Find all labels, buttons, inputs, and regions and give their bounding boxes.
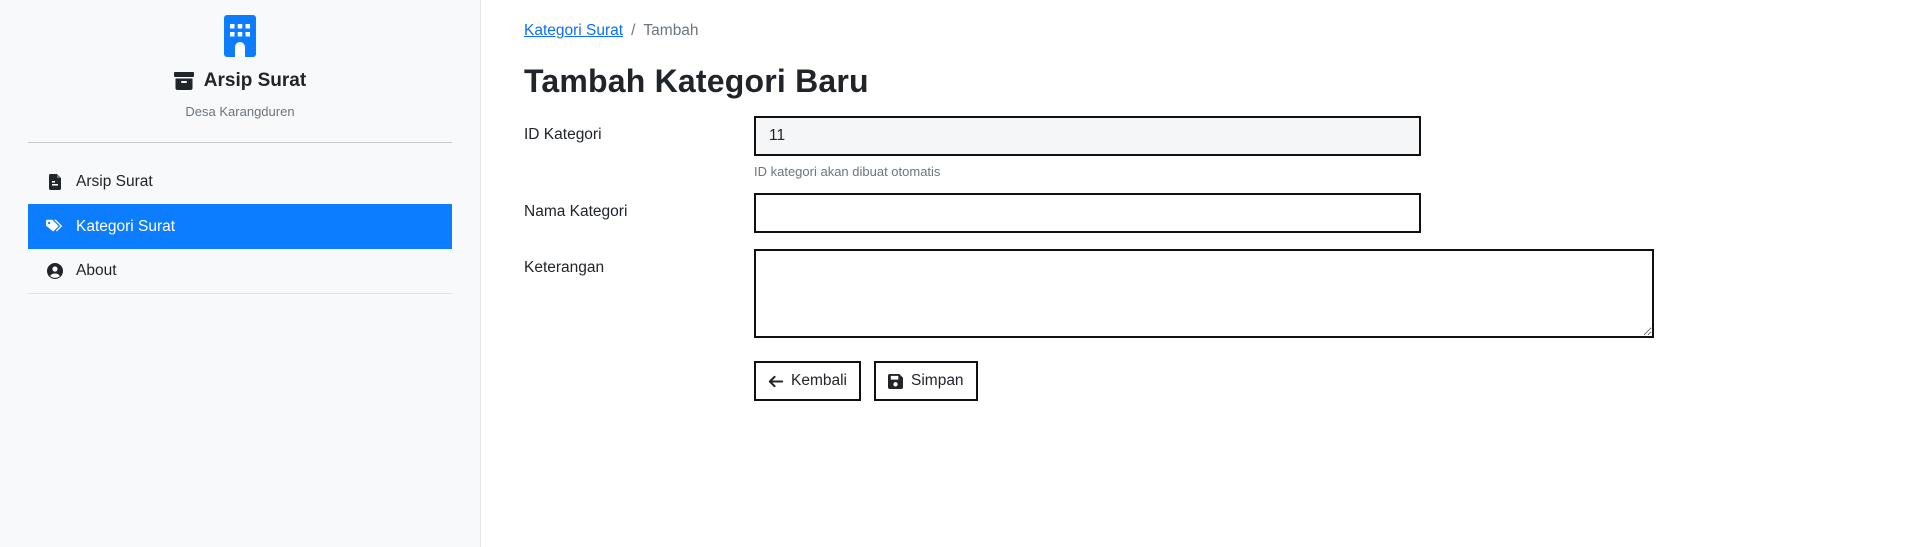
floppy-disk-icon [888,373,903,389]
name-label: Nama Kategori [524,203,628,220]
page-title: Tambah Kategori Baru [524,63,869,99]
breadcrumb-link-kategori-surat[interactable]: Kategori Surat [524,22,623,40]
arrow-left-icon [768,374,783,389]
sidebar-nav: Arsip Surat Kategori Surat About [28,159,452,294]
id-row: ID Kategori ID kategori akan dibuat otom… [524,116,1918,179]
save-button-label: Simpan [911,372,964,389]
sidebar-item-label: Kategori Surat [76,217,176,235]
sidebar-item-label: Arsip Surat [76,172,153,190]
back-button[interactable]: Kembali [754,361,861,401]
breadcrumb-separator: / [631,22,636,39]
breadcrumb-current: Tambah [643,22,699,39]
save-button[interactable]: Simpan [874,361,978,401]
breadcrumb: Kategori Surat / Tambah [524,22,1918,40]
desc-row: Keterangan [524,249,1918,338]
brand: Arsip Surat Desa Karangduren [28,0,452,119]
sidebar-divider [28,142,452,143]
nama-kategori-input[interactable] [754,193,1421,233]
building-icon [224,15,256,57]
tags-icon [46,219,64,235]
desc-label: Keterangan [524,259,605,276]
category-form: ID Kategori ID kategori akan dibuat otom… [524,116,1918,401]
app-subtitle: Desa Karangduren [185,104,295,119]
back-button-label: Kembali [791,372,847,389]
brand-title: Arsip Surat [28,70,452,92]
sidebar: Arsip Surat Desa Karangduren Arsip Surat [0,0,481,547]
keterangan-textarea[interactable] [754,249,1654,338]
sidebar-item-label: About [76,262,117,279]
file-icon [46,173,64,190]
id-kategori-input[interactable] [754,116,1421,156]
id-field-col: ID kategori akan dibuat otomatis [754,116,1421,179]
id-help-text: ID kategori akan dibuat otomatis [754,164,941,179]
app-name: Arsip Surat [203,70,307,91]
desc-field-col [754,249,1654,338]
name-field-col [754,193,1421,233]
sidebar-item-about[interactable]: About [28,249,452,294]
user-circle-icon [46,263,64,279]
id-label: ID Kategori [524,126,602,143]
main-content: Kategori Surat / Tambah Tambah Kategori … [481,0,1918,547]
app-root: Arsip Surat Desa Karangduren Arsip Surat [0,0,1918,547]
sidebar-item-kategori-surat[interactable]: Kategori Surat [28,204,452,249]
name-row: Nama Kategori [524,193,1918,233]
form-actions: Kembali Simpan [754,361,1918,401]
sidebar-item-arsip-surat[interactable]: Arsip Surat [28,159,452,204]
archive-icon [173,72,194,90]
